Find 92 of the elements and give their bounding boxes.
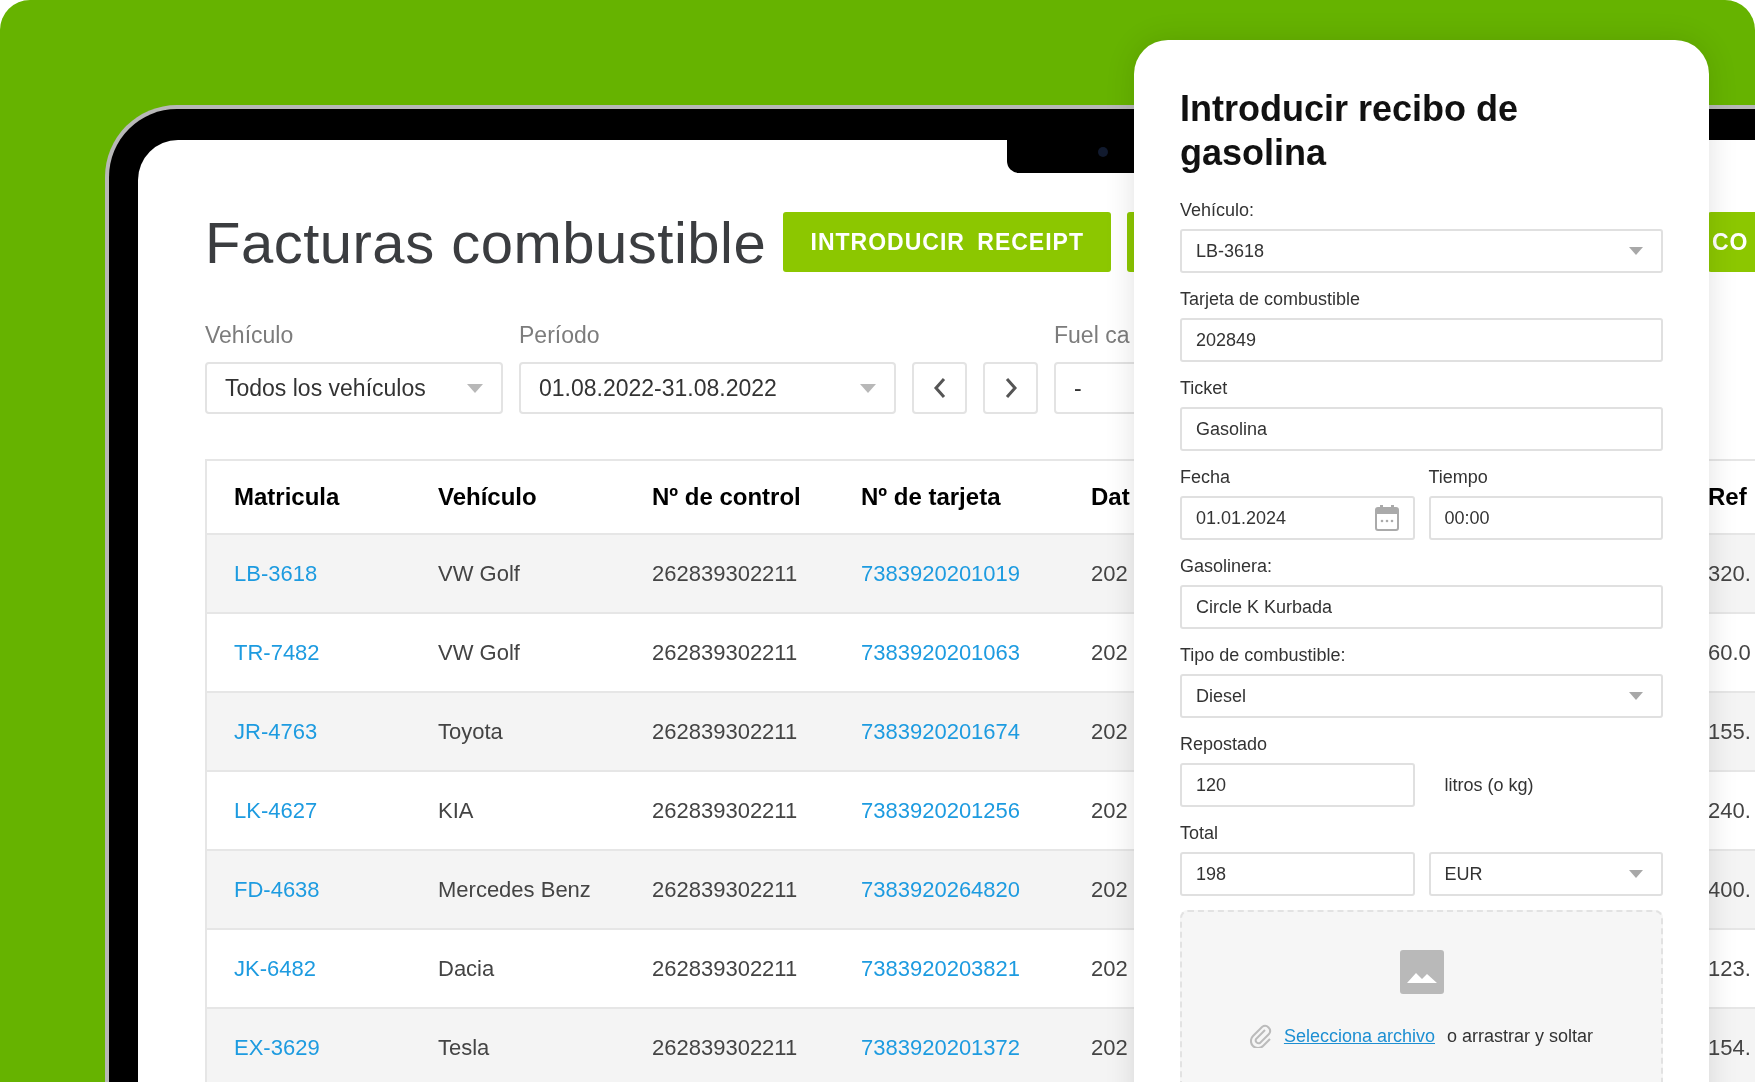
dropdown[interactable]: EUR xyxy=(1428,852,1663,896)
table-cell: VW Golf xyxy=(438,639,520,666)
field-label: Repostado xyxy=(1180,733,1268,756)
image-icon xyxy=(1399,950,1444,994)
table-link[interactable]: JK-6482 xyxy=(234,955,316,982)
table-cell: 262839302211 xyxy=(652,718,798,745)
field-label: Vehículo: xyxy=(1180,199,1255,222)
table-link[interactable]: 7383920264820 xyxy=(861,876,1021,903)
column-header: Nº de tarjeta xyxy=(861,483,1001,511)
filter-label: Vehículo xyxy=(205,321,294,350)
table-cell: 400. xyxy=(1708,876,1751,903)
chevron-left-icon xyxy=(932,377,947,399)
table-cell: 155. xyxy=(1708,718,1751,745)
table-link[interactable]: FD-4638 xyxy=(234,876,320,903)
table-cell: 202 xyxy=(1091,955,1128,982)
table-cell: Mercedes Benz xyxy=(438,876,591,903)
table-cell: KIA xyxy=(438,797,474,824)
field-label: Ticket xyxy=(1180,377,1228,400)
table-cell: VW Golf xyxy=(438,560,520,587)
table-cell: 60.0 xyxy=(1708,639,1751,666)
file-dropzone[interactable]: Selecciona archivo o arrastrar y soltar xyxy=(1180,910,1663,1082)
table-link[interactable]: 7383920201019 xyxy=(861,560,1021,587)
table-cell: 123. xyxy=(1708,955,1751,982)
table-cell: Toyota xyxy=(438,718,503,745)
field-label: Total xyxy=(1180,822,1219,845)
table-link[interactable]: LK-4627 xyxy=(234,797,318,824)
table-cell: 202 xyxy=(1091,639,1128,666)
unit-label: litros (o kg) xyxy=(1443,773,1535,797)
camera-icon xyxy=(1097,146,1109,158)
calendar-icon xyxy=(1374,505,1399,531)
page-title: Facturas combustible xyxy=(205,208,767,276)
field-label: Tipo de combustible: xyxy=(1180,644,1346,667)
input-field[interactable]: 00:00 xyxy=(1428,496,1663,540)
caret-icon xyxy=(1629,247,1643,255)
field-label: Fecha xyxy=(1180,466,1231,489)
table-link[interactable]: EX-3629 xyxy=(234,1034,320,1061)
table-cell: 240. xyxy=(1708,797,1751,824)
table-link[interactable]: 7383920201063 xyxy=(861,639,1021,666)
table-cell: 262839302211 xyxy=(652,797,798,824)
table-cell: Tesla xyxy=(438,1034,490,1061)
table-cell: 262839302211 xyxy=(652,639,798,666)
input-field[interactable]: 198 xyxy=(1180,852,1415,896)
date-field[interactable]: 01.01.2024 xyxy=(1180,496,1415,540)
dropdown[interactable]: Diesel xyxy=(1180,674,1663,718)
table-cell: 320. xyxy=(1708,560,1751,587)
table-link[interactable]: JR-4763 xyxy=(234,718,318,745)
table-link[interactable]: LB-3618 xyxy=(234,560,318,587)
table-cell: 262839302211 xyxy=(652,876,798,903)
table-link[interactable]: 7383920203821 xyxy=(861,955,1021,982)
chevron-right-icon xyxy=(1003,377,1018,399)
filter-label: Fuel ca xyxy=(1054,321,1130,350)
table-link[interactable]: 7383920201674 xyxy=(861,718,1021,745)
table-cell: 262839302211 xyxy=(652,560,798,587)
field-label: Gasolinera: xyxy=(1180,555,1273,578)
select-file-link[interactable]: Selecciona archivo xyxy=(1283,1025,1435,1047)
column-header: Vehículo xyxy=(438,483,537,511)
caret-icon xyxy=(860,383,876,393)
column-header: Dat xyxy=(1091,483,1130,511)
table-cell: 202 xyxy=(1091,797,1128,824)
action-button[interactable]: CO xyxy=(1708,212,1755,272)
table-cell: 202 xyxy=(1091,1034,1128,1061)
input-field[interactable]: Circle K Kurbada xyxy=(1180,585,1663,629)
action-button[interactable]: INTRODUCIR RECEIPT xyxy=(783,212,1112,272)
next-button[interactable] xyxy=(983,362,1038,414)
caret-icon xyxy=(467,383,483,393)
filter-dropdown[interactable]: 01.08.2022-31.08.2022 xyxy=(519,362,896,414)
input-field[interactable]: Gasolina xyxy=(1180,407,1663,451)
table-cell: 202 xyxy=(1091,718,1128,745)
dropdown[interactable]: LB-3618 xyxy=(1180,229,1663,273)
table-cell: 262839302211 xyxy=(652,1034,798,1061)
dialog-title: Introducir recibo de gasolina xyxy=(1180,87,1520,175)
table-cell: 202 xyxy=(1091,876,1128,903)
filter-label: Período xyxy=(519,321,600,350)
input-field[interactable]: 120 xyxy=(1180,763,1415,807)
field-label: Tarjeta de combustible xyxy=(1180,288,1361,311)
dropzone-hint: o arrastrar y soltar xyxy=(1447,1025,1594,1047)
table-cell: 202 xyxy=(1091,560,1128,587)
paperclip-icon xyxy=(1249,1024,1272,1048)
input-field[interactable]: 202849 xyxy=(1180,318,1663,362)
previous-button[interactable] xyxy=(912,362,967,414)
filter-dropdown[interactable]: Todos los vehículos xyxy=(205,362,503,414)
column-header: Matricula xyxy=(234,483,340,511)
table-cell: Dacia xyxy=(438,955,495,982)
column-header: Nº de control xyxy=(652,483,801,511)
table-link[interactable]: TR-7482 xyxy=(234,639,320,666)
caret-icon xyxy=(1629,870,1643,878)
table-link[interactable]: 7383920201256 xyxy=(861,797,1021,824)
table-link[interactable]: 7383920201372 xyxy=(861,1034,1021,1061)
table-cell: 262839302211 xyxy=(652,955,798,982)
field-label: Tiempo xyxy=(1428,466,1488,489)
column-header: Ref xyxy=(1708,483,1747,511)
table-cell: 154. xyxy=(1708,1034,1751,1061)
